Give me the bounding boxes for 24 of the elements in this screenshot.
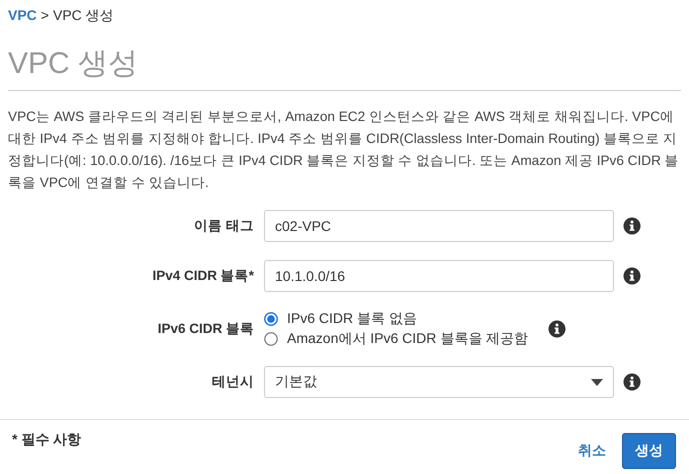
breadcrumb-separator: > <box>40 7 49 25</box>
radio-label: IPv6 CIDR 블록 없음 <box>287 310 417 328</box>
radio-button[interactable] <box>264 332 278 346</box>
field-label: 이름 태그 <box>194 217 254 235</box>
info-icon[interactable] <box>623 217 641 235</box>
input-field[interactable]: 10.1.0.0/16 <box>264 260 614 292</box>
breadcrumb-current: VPC 생성 <box>52 7 114 25</box>
field-label: 테넌시 <box>212 373 254 391</box>
cancel-link[interactable]: 취소 <box>578 442 606 460</box>
create-button[interactable]: 생성 <box>622 433 676 469</box>
input-field[interactable]: c02-VPC <box>264 210 614 242</box>
info-icon[interactable] <box>548 320 566 338</box>
radio-label: Amazon에서 IPv6 CIDR 블록을 제공함 <box>287 330 528 348</box>
page-title: VPC 생성 <box>8 43 681 91</box>
info-icon[interactable] <box>623 267 641 285</box>
dropdown[interactable]: 기본값 <box>264 366 614 398</box>
caret-icon <box>591 378 603 386</box>
required-note: * 필수 사항 <box>12 431 82 449</box>
field-label: IPv6 CIDR 블록 <box>158 320 254 338</box>
breadcrumb-link[interactable]: VPC <box>8 7 37 25</box>
description: VPC는 AWS 클라우드의 격리된 부분으로서, Amazon EC2 인스턴스와 같은 AWS 객체로 채워집니다. VPC에 대한 IPv4 주소 범위를 지정해야 합니다. IPv4 주소 범위를 CIDR(Classless Inter-Domain Routing) 블록으로 지정합니다(예: 10.0.0.0/16). /16보다 큰 IPv4 CIDR 블록은 지정할 수 없습니다. 또는 Amazon 제공 IPv6 CIDR 블록을 VPC에 연결할 수 있습니다. <box>8 108 680 192</box>
field-label: IPv4 CIDR 블록* <box>152 267 254 285</box>
radio-button[interactable] <box>264 312 278 326</box>
info-icon[interactable] <box>623 373 641 391</box>
